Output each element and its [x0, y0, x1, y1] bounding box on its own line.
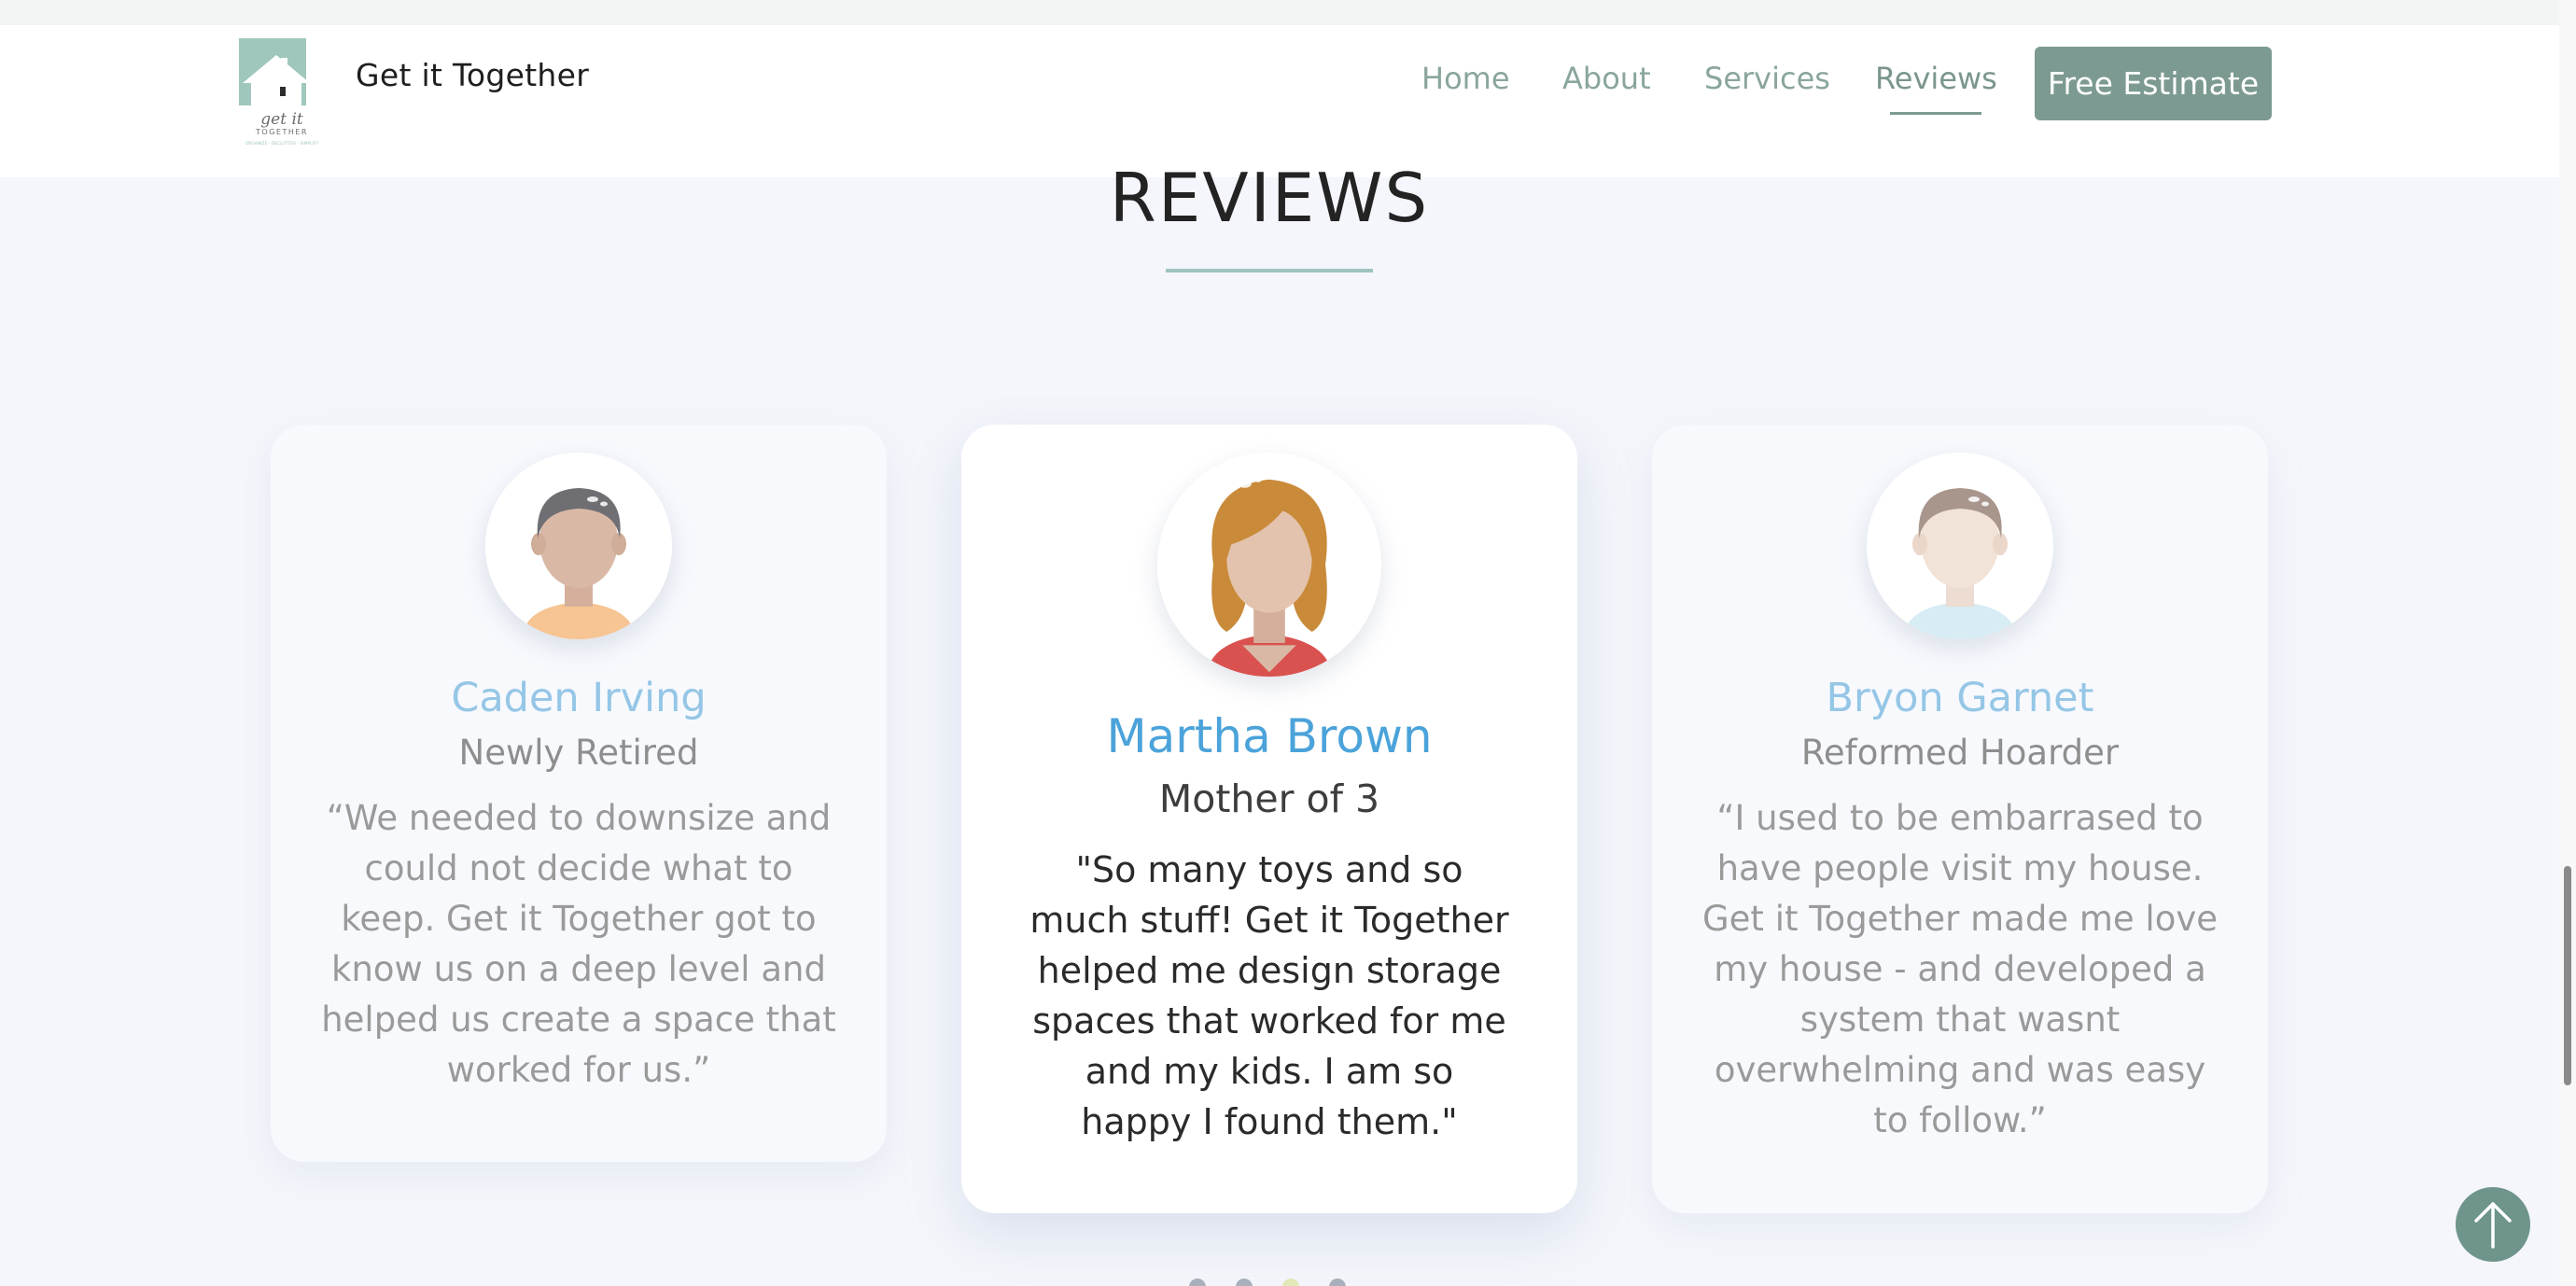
reviewer-role: Mother of 3: [1158, 776, 1380, 821]
logo-word-text: TOGETHER: [255, 128, 308, 136]
carousel-dot[interactable]: [1236, 1279, 1253, 1286]
house-logo-icon: get it TOGETHER ORGANIZE · DECLUTTER · S…: [239, 38, 319, 147]
logo-tagline-text: ORGANIZE · DECLUTTER · SIMPLIFY: [245, 141, 319, 147]
brand-name[interactable]: Get it Together: [356, 57, 589, 93]
reviewer-name: Caden Irving: [451, 675, 707, 721]
section-title-underline: [1166, 269, 1373, 273]
review-quote: “I used to be embarrased to have people …: [1701, 798, 2219, 1140]
nav-about[interactable]: About: [1562, 61, 1651, 96]
scrollbar-thumb[interactable]: [2564, 866, 2571, 1085]
nav-active-underline: [1890, 112, 1981, 115]
section-title: REVIEWS: [1109, 159, 1430, 237]
carousel-dot[interactable]: [1329, 1279, 1346, 1286]
free-estimate-button[interactable]: Free Estimate: [2035, 47, 2272, 120]
review-card-active: Martha Brown Mother of 3 "So many toys a…: [961, 425, 1577, 1213]
arrow-up-icon: [2474, 1202, 2512, 1249]
reviewer-role: Newly Retired: [458, 733, 699, 773]
male-avatar-icon: [1867, 453, 2053, 639]
review-card: Caden Irving Newly Retired “We needed to…: [271, 425, 887, 1162]
carousel-dot[interactable]: [1189, 1279, 1206, 1286]
back-to-top-button[interactable]: [2456, 1187, 2530, 1262]
female-avatar-icon: [1157, 453, 1381, 677]
site-header: get it TOGETHER ORGANIZE · DECLUTTER · S…: [0, 25, 2559, 177]
carousel-dot-active[interactable]: [1282, 1279, 1299, 1286]
nav-home[interactable]: Home: [1421, 61, 1510, 96]
nav-services[interactable]: Services: [1704, 61, 1830, 96]
nav-reviews[interactable]: Reviews: [1875, 61, 1997, 96]
logo-script-text: get it: [260, 110, 303, 129]
reviewer-name: Bryon Garnet: [1826, 675, 2094, 721]
page: get it TOGETHER ORGANIZE · DECLUTTER · S…: [0, 0, 2576, 1286]
reviewer-role: Reformed Hoarder: [1800, 733, 2120, 773]
brand-logo[interactable]: get it TOGETHER ORGANIZE · DECLUTTER · S…: [235, 38, 329, 160]
scrollbar-track[interactable]: [2559, 0, 2576, 1286]
review-quote: "So many toys and so much stuff! Get it …: [1029, 849, 1509, 1142]
review-card: Bryon Garnet Reformed Hoarder “I used to…: [1652, 425, 2268, 1213]
male-avatar-icon: [485, 453, 672, 639]
top-strip: [0, 0, 2559, 25]
reviewer-name: Martha Brown: [1106, 709, 1433, 763]
review-quote: “We needed to downsize and could not dec…: [321, 798, 836, 1090]
